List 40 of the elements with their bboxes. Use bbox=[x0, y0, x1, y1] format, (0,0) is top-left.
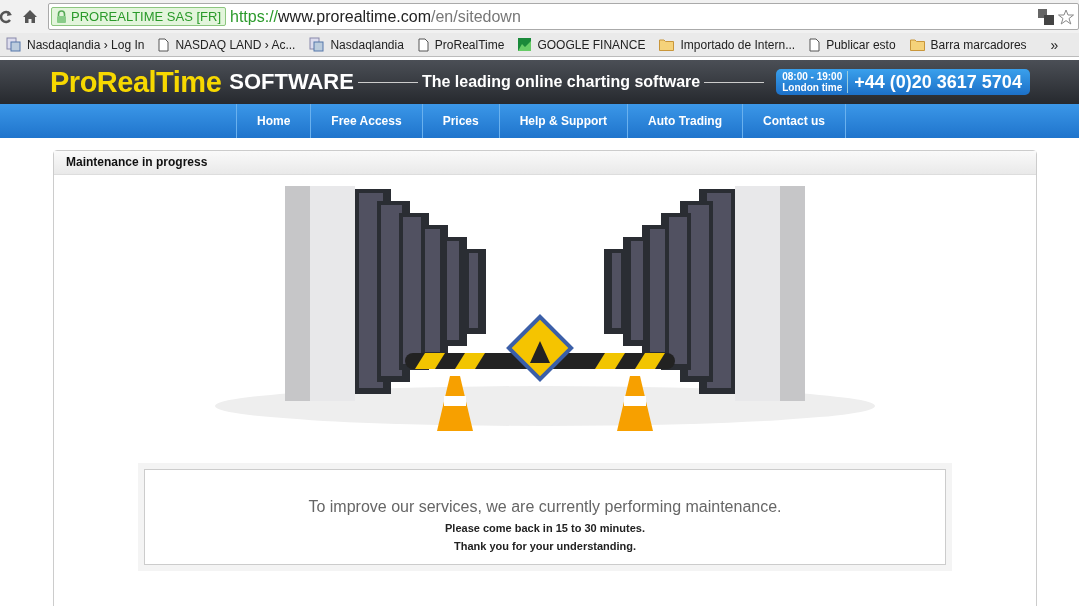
bookmark[interactable]: NASDAQ LAND › Ac... bbox=[158, 37, 296, 52]
bookmark[interactable]: Nasdaqlandia › Log In bbox=[6, 37, 145, 52]
thanks-message: Thank you for your understanding. bbox=[453, 540, 637, 552]
folder-icon bbox=[909, 38, 925, 51]
nav-link[interactable]: Contact us bbox=[742, 104, 846, 138]
return-message: Please come back in 15 to 30 minutes. bbox=[445, 522, 645, 534]
nav-link[interactable]: Help & Support bbox=[498, 104, 627, 138]
chart-icon bbox=[518, 38, 532, 51]
panel-title: Maintenance in progress bbox=[54, 151, 1036, 175]
page-icon bbox=[417, 37, 429, 52]
hours-place: London time bbox=[782, 82, 843, 93]
tagline: The leading online charting software bbox=[421, 73, 701, 91]
bookmark[interactable]: Nasdaqlandia bbox=[309, 37, 404, 52]
phone-number: +44 (0)20 3617 5704 bbox=[854, 71, 1022, 93]
nav-link[interactable]: Prices bbox=[421, 104, 499, 138]
app-icon bbox=[6, 37, 21, 52]
bookmark[interactable]: Barra marcadores bbox=[909, 37, 1027, 52]
logo-subtitle: SOFTWARE bbox=[229, 69, 354, 95]
bookmark[interactable]: Publicar esto bbox=[809, 37, 896, 52]
folder-icon bbox=[659, 38, 675, 51]
page-icon bbox=[809, 37, 821, 52]
maintenance-message: To improve our services, we are currently performing maintenance. bbox=[308, 498, 782, 516]
nav-link[interactable]: Free Access bbox=[310, 104, 422, 138]
nav-link[interactable]: Home bbox=[236, 104, 311, 138]
star-icon[interactable] bbox=[1058, 8, 1074, 25]
security-label: PROREALTIME SAS [FR] bbox=[71, 9, 221, 24]
overflow-chevron[interactable]: » bbox=[1050, 36, 1059, 53]
bookmark[interactable]: GOOGLE FINANCE bbox=[518, 37, 646, 52]
nav-link[interactable]: Auto Trading bbox=[627, 104, 742, 138]
reload-icon[interactable] bbox=[0, 9, 12, 24]
home-icon[interactable] bbox=[22, 9, 38, 24]
url-text: https://www.prorealtime.com/en/sitedown bbox=[230, 7, 521, 26]
lock-icon bbox=[56, 10, 67, 23]
bookmark[interactable]: Importado de Intern... bbox=[659, 37, 796, 52]
hours-text: 08:00 - 19:00 bbox=[782, 71, 843, 82]
page-icon bbox=[158, 37, 170, 52]
address-bar[interactable]: PROREALTIME SAS [FR] https://www.prorealtime.com/en/sitedown bbox=[48, 3, 1079, 30]
bookmark[interactable]: ProRealTime bbox=[417, 37, 505, 52]
logo-text[interactable]: ProRealTime bbox=[50, 65, 222, 99]
app-icon bbox=[309, 37, 325, 52]
